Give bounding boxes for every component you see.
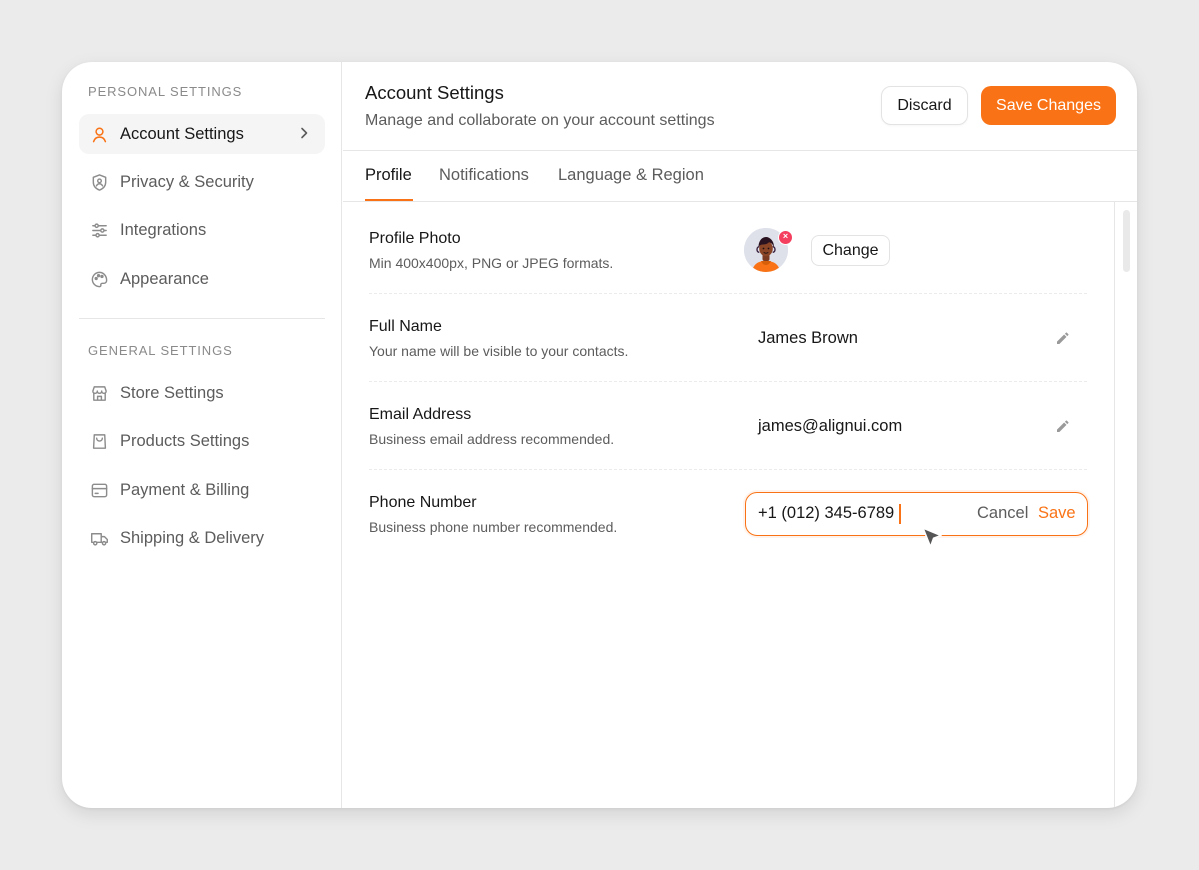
sidebar: PERSONAL SETTINGS Account Settings Priva… — [62, 62, 342, 808]
tabs-divider — [343, 201, 1137, 202]
settings-window: PERSONAL SETTINGS Account Settings Priva… — [62, 62, 1137, 808]
profile-photo-description: Min 400x400px, PNG or JPEG formats. — [369, 255, 614, 271]
save-changes-button[interactable]: Save Changes — [981, 86, 1116, 125]
sidebar-item-label: Account Settings — [120, 124, 244, 143]
sidebar-item-label: Payment & Billing — [120, 480, 250, 499]
edit-name-icon[interactable] — [1054, 329, 1072, 347]
sidebar-divider — [79, 318, 325, 319]
mouse-pointer-icon — [922, 527, 942, 548]
sidebar-item-label: Shipping & Delivery — [120, 528, 264, 547]
change-photo-button[interactable]: Change — [811, 235, 890, 266]
credit-card-icon — [89, 480, 109, 500]
email-description: Business email address recommended. — [369, 431, 615, 447]
sidebar-item-label: Products Settings — [120, 431, 250, 450]
phone-save-button[interactable]: Save — [1038, 504, 1076, 523]
tab-language-region[interactable]: Language & Region — [558, 166, 704, 185]
text-caret — [899, 504, 901, 524]
full-name-title: Full Name — [369, 318, 442, 335]
personal-settings-label: PERSONAL SETTINGS — [88, 84, 243, 99]
phone-input[interactable]: +1 (012) 345-6789 — [758, 504, 894, 523]
phone-edit-field[interactable]: +1 (012) 345-6789 Cancel Save — [745, 492, 1088, 536]
phone-cancel-button[interactable]: Cancel — [977, 504, 1028, 523]
page-title: Account Settings — [365, 82, 504, 103]
sidebar-item-label: Store Settings — [120, 383, 224, 402]
sidebar-item-shipping-delivery[interactable]: Shipping & Delivery — [79, 518, 325, 558]
main-panel: Account Settings Manage and collaborate … — [343, 62, 1137, 808]
store-icon — [89, 383, 109, 403]
shield-user-icon — [89, 172, 109, 192]
sidebar-item-appearance[interactable]: Appearance — [79, 259, 325, 299]
sidebar-item-integrations[interactable]: Integrations — [79, 210, 325, 250]
phone-title: Phone Number — [369, 494, 477, 511]
sidebar-item-label: Appearance — [120, 269, 209, 288]
profile-photo-title: Profile Photo — [369, 230, 461, 247]
shopping-bag-icon — [89, 431, 109, 451]
chevron-right-icon — [301, 127, 308, 139]
sidebar-item-products-settings[interactable]: Products Settings — [79, 421, 325, 461]
tab-notifications[interactable]: Notifications — [439, 166, 529, 185]
user-icon — [89, 124, 109, 144]
page-subtitle: Manage and collaborate on your account s… — [365, 112, 715, 129]
discard-button[interactable]: Discard — [881, 86, 968, 125]
email-value: james@alignui.com — [758, 417, 903, 435]
sidebar-item-account-settings[interactable]: Account Settings — [79, 114, 325, 154]
edit-email-icon[interactable] — [1054, 417, 1072, 435]
phone-description: Business phone number recommended. — [369, 519, 618, 535]
sidebar-item-payment-billing[interactable]: Payment & Billing — [79, 470, 325, 510]
row-separator — [369, 381, 1087, 382]
sliders-icon — [89, 220, 109, 240]
tab-profile[interactable]: Profile — [365, 166, 412, 185]
general-settings-label: GENERAL SETTINGS — [88, 343, 233, 358]
sidebar-item-label: Privacy & Security — [120, 172, 254, 191]
scrollbar-thumb[interactable] — [1123, 210, 1130, 272]
sidebar-item-privacy-security[interactable]: Privacy & Security — [79, 162, 325, 202]
email-title: Email Address — [369, 406, 472, 423]
palette-icon — [89, 269, 109, 289]
sidebar-item-store-settings[interactable]: Store Settings — [79, 373, 325, 413]
row-separator — [369, 293, 1087, 294]
remove-photo-icon[interactable]: × — [778, 230, 793, 245]
full-name-value: James Brown — [758, 329, 858, 347]
full-name-description: Your name will be visible to your contac… — [369, 343, 629, 359]
sidebar-item-label: Integrations — [120, 220, 207, 239]
row-separator — [369, 469, 1087, 470]
scrollbar-track — [1114, 202, 1115, 808]
truck-icon — [89, 528, 109, 548]
header-divider — [343, 150, 1137, 151]
